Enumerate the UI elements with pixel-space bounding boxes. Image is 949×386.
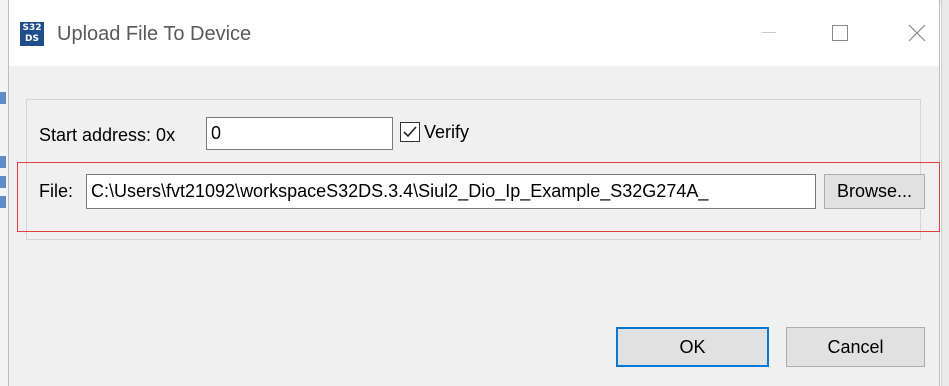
window-title: Upload File To Device xyxy=(57,23,252,45)
title-bar[interactable]: S32 DS Upload File To Device xyxy=(9,0,939,66)
start-address-label: Start address: 0x xyxy=(39,125,176,145)
cancel-button[interactable]: Cancel xyxy=(786,327,925,367)
screen: S32 DS Upload File To Device Start addre… xyxy=(0,0,949,386)
file-label: File: xyxy=(39,181,74,201)
maximize-icon xyxy=(832,25,848,41)
ok-button[interactable]: OK xyxy=(616,327,769,367)
background-window-marker xyxy=(0,92,6,104)
background-window-marker xyxy=(0,176,6,188)
app-logo-text-bottom: DS xyxy=(25,34,39,44)
verify-checkbox[interactable] xyxy=(400,122,420,142)
close-button[interactable] xyxy=(894,13,940,53)
verify-checkbox-group[interactable]: Verify xyxy=(400,121,469,143)
minimize-button[interactable] xyxy=(746,13,792,53)
upload-options-group xyxy=(26,99,921,240)
start-address-input[interactable] xyxy=(206,117,393,150)
app-logo-icon: S32 DS xyxy=(20,22,44,46)
checkmark-icon xyxy=(403,126,417,138)
background-window-marker xyxy=(0,196,6,208)
background-window-marker xyxy=(0,156,6,168)
background-window-right-edge xyxy=(941,0,949,386)
verify-label: Verify xyxy=(424,122,470,142)
close-icon xyxy=(908,24,926,42)
upload-file-dialog: S32 DS Upload File To Device Start addre… xyxy=(8,0,940,386)
app-logo-text-top: S32 xyxy=(22,23,42,33)
browse-button[interactable]: Browse... xyxy=(824,174,925,209)
file-path-input[interactable] xyxy=(86,174,816,209)
minimize-icon xyxy=(762,32,776,33)
maximize-button[interactable] xyxy=(817,13,863,53)
